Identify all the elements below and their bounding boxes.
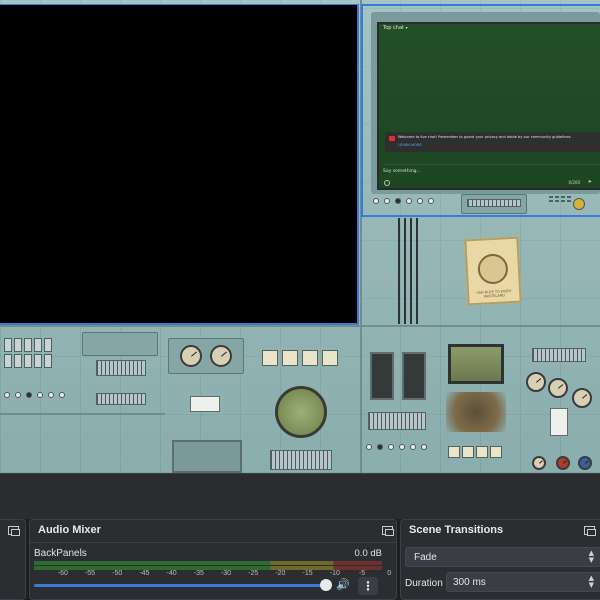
cables	[398, 218, 422, 324]
reel-dial	[180, 345, 202, 367]
undock-icon[interactable]	[382, 526, 394, 536]
meter-tick-label: -45	[139, 570, 150, 577]
divider	[30, 542, 396, 543]
divider	[383, 164, 600, 165]
meter-tick-label: -55	[84, 570, 96, 577]
vent	[532, 348, 586, 362]
hatch	[172, 440, 242, 473]
emoji-icon[interactable]	[384, 180, 390, 186]
knob	[384, 198, 390, 204]
transition-select-value: Fade	[414, 552, 437, 563]
chat-bottom-row: 0/200 ➤	[383, 179, 594, 188]
meter-tick-label: -20	[275, 570, 286, 577]
meter-window	[190, 396, 220, 412]
knob-row	[373, 198, 434, 204]
track-name: BackPanels	[34, 548, 87, 559]
more-options-button[interactable]: ⋮	[358, 577, 378, 595]
gauge-bank	[262, 350, 338, 366]
youtube-icon	[389, 136, 395, 141]
char-count: 0/200	[568, 180, 580, 185]
scene-transitions-title: Scene Transitions	[409, 524, 504, 536]
oscilloscope	[275, 386, 327, 438]
scene-transitions-dock: Scene Transitions Fade ▲ ▼ Duration 300 m…	[400, 519, 600, 600]
panel-seam	[0, 413, 165, 415]
panel-seam	[0, 325, 600, 327]
clipped-dock	[0, 519, 26, 600]
knob-dial	[556, 456, 570, 470]
meter-tick-label: -50	[112, 570, 123, 577]
switch-plate	[550, 408, 568, 436]
dark-switch-panel	[370, 352, 394, 400]
poster: VAN NUYS TO EVERY WASTELAND	[464, 236, 522, 306]
pressure-dial	[548, 378, 568, 398]
knob	[406, 198, 412, 204]
chat-header-label: Top chat	[383, 25, 404, 31]
vent	[270, 450, 332, 470]
dock-strip	[0, 473, 600, 519]
knob	[373, 198, 379, 204]
vent	[467, 199, 521, 207]
pressure-dial	[526, 372, 546, 392]
duration-input[interactable]: 300 ms ▲ ▼	[446, 572, 600, 592]
preview-canvas[interactable]: Top chat ▾ Welcome to live chat! Remembe…	[0, 0, 600, 473]
send-icon[interactable]: ➤	[588, 179, 592, 185]
learn-more-link[interactable]: LEARN MORE	[398, 143, 422, 147]
dark-switch-panel	[402, 352, 426, 400]
chat-input[interactable]: Say something...	[383, 169, 421, 174]
gauge-box	[82, 332, 158, 356]
live-chat-screen: Top chat ▾ Welcome to live chat! Remembe…	[377, 22, 600, 190]
poster-logo	[477, 253, 509, 285]
meter-scale: -60 -55 -50 -45 -40 -35 -30 -25 -20 -15 -10 -5 0	[34, 570, 391, 580]
knob-dial	[578, 456, 592, 470]
vent	[96, 360, 146, 376]
undock-icon[interactable]	[584, 526, 596, 536]
reel-dial	[210, 345, 232, 367]
volume-meter	[34, 561, 382, 565]
knob-row	[4, 392, 65, 398]
knob	[395, 198, 401, 204]
undock-icon[interactable]	[8, 526, 20, 536]
knob-dial	[532, 456, 546, 470]
yellow-knob	[573, 198, 585, 210]
knob-row	[366, 444, 427, 450]
transition-select[interactable]: Fade ▲ ▼	[405, 547, 600, 567]
meter-tick-label: -25	[248, 570, 259, 577]
audio-mixer-dock: Audio Mixer BackPanels 0.0 dB -60 -55 -50-…	[29, 519, 397, 600]
pressure-dial	[572, 388, 592, 408]
black-video-source[interactable]	[0, 4, 359, 325]
chevron-down-icon: ▾	[405, 25, 408, 30]
duration-value: 300 ms	[453, 577, 486, 588]
gauge-bank	[448, 446, 502, 458]
notice-text: Welcome to live chat! Remember to guard …	[398, 135, 572, 139]
knob	[428, 198, 434, 204]
obs-window: Top chat ▾ Welcome to live chat! Remembe…	[0, 0, 600, 600]
meter-tick-label: -15	[302, 570, 313, 577]
volume-slider-handle[interactable]	[320, 579, 332, 591]
chat-monitor-source[interactable]: Top chat ▾ Welcome to live chat! Remembe…	[361, 4, 600, 217]
knob	[417, 198, 423, 204]
updown-icon: ▲ ▼	[588, 549, 594, 564]
spinner-icon[interactable]: ▲ ▼	[589, 575, 594, 589]
vent	[368, 412, 426, 430]
meter-tick-label: -35	[193, 570, 204, 577]
meter-tick-label: 0	[387, 570, 392, 577]
chat-header[interactable]: Top chat ▾	[383, 25, 408, 31]
button-grid	[549, 196, 571, 202]
chat-welcome-notice: Welcome to live chat! Remember to guard …	[385, 132, 600, 152]
duration-label: Duration	[405, 578, 443, 589]
meter-tick-label: -30	[220, 570, 232, 577]
meter-tick-label: -10	[329, 570, 340, 577]
switch-bank	[4, 338, 52, 368]
meter-tick-label: -40	[166, 570, 177, 577]
track-volume-db: 0.0 dB	[354, 548, 382, 559]
speaker-icon[interactable]: 🔊	[336, 579, 350, 591]
volume-slider-track[interactable]	[34, 584, 330, 587]
vent	[96, 393, 146, 405]
audio-mixer-title: Audio Mixer	[38, 524, 101, 536]
crt-monitor	[448, 344, 504, 384]
meter-tick-label: -60	[57, 570, 68, 577]
rusted-panel	[446, 392, 506, 432]
meter-tick-label: -5	[358, 570, 366, 577]
poster-text: VAN NUYS TO EVERY WASTELAND	[476, 289, 512, 299]
